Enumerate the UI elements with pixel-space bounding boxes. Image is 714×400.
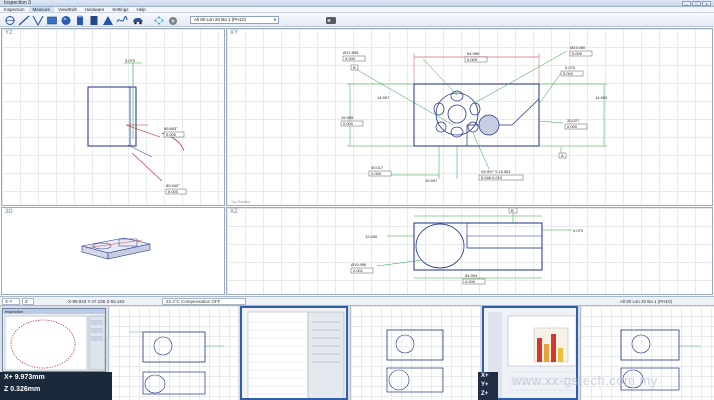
xy-dim-left: 14.997 (377, 95, 390, 100)
menu-measure[interactable]: Measure (28, 7, 55, 12)
xy-dim-dia-left-tol: 0.000 (345, 56, 356, 61)
xz-dim-right: 0.070 (573, 228, 584, 233)
xy-dim-bottom-left: 30.017 (371, 165, 384, 170)
axis-x-button[interactable]: X+ (481, 373, 489, 379)
xy-dim-bottom-left-tol: 0.000 (371, 171, 382, 176)
xy-dim-right-lower-tol: 0.000 (567, 124, 578, 129)
xz-dim-dia: Ø19.996 (351, 262, 367, 267)
xy-dim-small-tol: 0.000 (563, 71, 574, 76)
probe-icon[interactable] (166, 14, 179, 26)
thumbnail-1-drawing (129, 331, 224, 395)
xy-dim-right: 14.993 (595, 95, 608, 100)
circle-tool-icon[interactable] (3, 14, 16, 26)
xy-dim-small: 0.070 (565, 65, 576, 70)
close-button[interactable]: × (702, 1, 711, 6)
cone-tool-icon[interactable] (101, 14, 114, 26)
measure-icon[interactable] (152, 14, 165, 26)
status-coordinates: X-99.943 Y-47.236 Z-55.153 (68, 299, 125, 304)
thumbnail-3[interactable] (350, 306, 480, 400)
3d-drawing (81, 237, 151, 260)
inspection-popup: Inspection (2, 308, 106, 372)
watermark: www.xx-gstech.com.my (512, 373, 658, 388)
xz-view-pane[interactable]: XZ B 12.000 Ø19.996 0.001 54.994 0.000 0… (226, 207, 713, 295)
yz-dim-height: 3.070 (125, 58, 136, 63)
xy-drawing: Ø12.595 0.000 B 54.965 0.009 Ø23.080 0.0… (231, 45, 608, 204)
readout-x: X+ 9.973mm (4, 374, 45, 381)
chevron-down-icon: ▼ (273, 17, 277, 22)
sphere-tool-icon[interactable] (59, 14, 72, 26)
xy-dim-bottom-right-tol: 0.048 0.019 (481, 175, 503, 180)
window-title: Inspection 3 (4, 0, 31, 6)
maximize-button[interactable]: □ (692, 1, 701, 6)
xy-dim-width: 54.965 (467, 51, 480, 56)
menu-hardware[interactable]: Hardware (81, 7, 109, 12)
minimize-button[interactable]: – (682, 1, 691, 6)
status-probe: All 80 Lsn 20 Ba 1 (PH10) (620, 299, 673, 304)
xy-datum-tag-b: B (353, 65, 356, 70)
menu-settings[interactable]: Settings (108, 7, 132, 12)
car-icon[interactable] (131, 14, 144, 26)
menu-help[interactable]: Help (133, 7, 150, 12)
xz-drawing: B 12.000 Ø19.996 0.001 54.994 0.000 0.07… (350, 208, 584, 285)
xy-dim-dia-right: Ø23.080 (570, 45, 586, 50)
angle-tool-icon[interactable] (31, 14, 44, 26)
xz-dim-dia-tol: 0.001 (353, 268, 364, 273)
popup-drawing (4, 315, 106, 371)
xz-dim-width: 54.994 (465, 273, 478, 278)
curve-tool-icon[interactable] (115, 14, 128, 26)
line-tool-icon[interactable] (17, 14, 30, 26)
yz-view-pane[interactable]: YZ 3.070 89.893° 0.000 89.940° 0.000 (1, 28, 225, 206)
thumbnail-2-drawing (247, 311, 345, 398)
yz-drawing: 3.070 89.893° 0.000 89.940° 0.000 (87, 58, 187, 195)
menu-inspection[interactable]: Inspection (0, 7, 29, 12)
axis-y-button[interactable]: Y+ (481, 382, 489, 388)
yz-dim-angle1: 89.893° (164, 126, 178, 131)
xz-dim-width-tol: 0.000 (465, 279, 476, 284)
menu-view-edit[interactable]: View/Edit (54, 7, 81, 12)
yz-dim-angle2-tol: 0.000 (168, 189, 179, 194)
toolbar: All 80 Lsn 20 Ba 1 (PH10) ▼ (0, 13, 714, 27)
axis-panel: X+ Y+ Z+ (478, 372, 498, 400)
compensation-status[interactable]: 22.4°C Compensation OFF (162, 298, 246, 305)
status-bar: X-Y Z X-99.943 Y-47.236 Z-55.153 22.4°C … (0, 296, 714, 306)
title-bar: Inspection 3 – □ × (0, 0, 714, 7)
xy-dim-right-lower: 20.027 (567, 118, 580, 123)
xy-view-pane[interactable]: XY Ø12.595 0.000 B 54.965 0.009 Ø23.080 … (226, 28, 713, 206)
axis-z-button[interactable]: Z+ (481, 391, 488, 397)
xy-dim-bottom-mid: 19.997 (425, 178, 438, 183)
xy-dim-dia-left: Ø12.595 (343, 50, 359, 55)
probe-select[interactable]: All 80 Lsn 20 Ba 1 (PH10) ▼ (190, 16, 279, 24)
3d-view-pane[interactable]: 3D (1, 207, 225, 295)
yz-dim-angle1-tol: 0.000 (166, 132, 177, 137)
xy-datum-tag-a: A (561, 153, 564, 158)
dro-readout: X+ 9.973mm Z 0.326mm (0, 372, 112, 400)
readout-z: Z 0.326mm (4, 386, 41, 393)
xz-datum-tag-b: B (511, 208, 514, 213)
tab-x-y[interactable]: X-Y (2, 298, 20, 305)
thumbnail-3-drawing (386, 329, 444, 393)
xy-dim-width-tol: 0.009 (467, 57, 478, 62)
xy-dim-left-lower-tol: 0.000 (343, 121, 354, 126)
application-window: Inspection 3 – □ × Inspection Measure Vi… (0, 0, 714, 400)
xy-dim-bottom-right: X0.997 Y-15.061 (481, 169, 511, 174)
xz-dim-height: 12.000 (365, 234, 378, 239)
probe-select-value: All 80 Lsn 20 Ba 1 (PH10) (194, 17, 247, 22)
bird-icon[interactable] (324, 14, 337, 26)
tab-z[interactable]: Z (22, 298, 34, 305)
xy-dim-dia-right-tol: 0.000 (572, 51, 583, 56)
rectangle-tool-icon[interactable] (45, 14, 58, 26)
thumbnail-2[interactable] (240, 306, 348, 400)
xy-sublabel: Top Rotated (231, 200, 250, 204)
cylinder-tool-icon[interactable] (73, 14, 86, 26)
xy-dim-left-lower: 15.995 (341, 115, 354, 120)
yz-dim-angle2: 89.940° (166, 183, 180, 188)
cylinder2-tool-icon[interactable] (87, 14, 100, 26)
thumbnail-1[interactable] (108, 306, 238, 400)
